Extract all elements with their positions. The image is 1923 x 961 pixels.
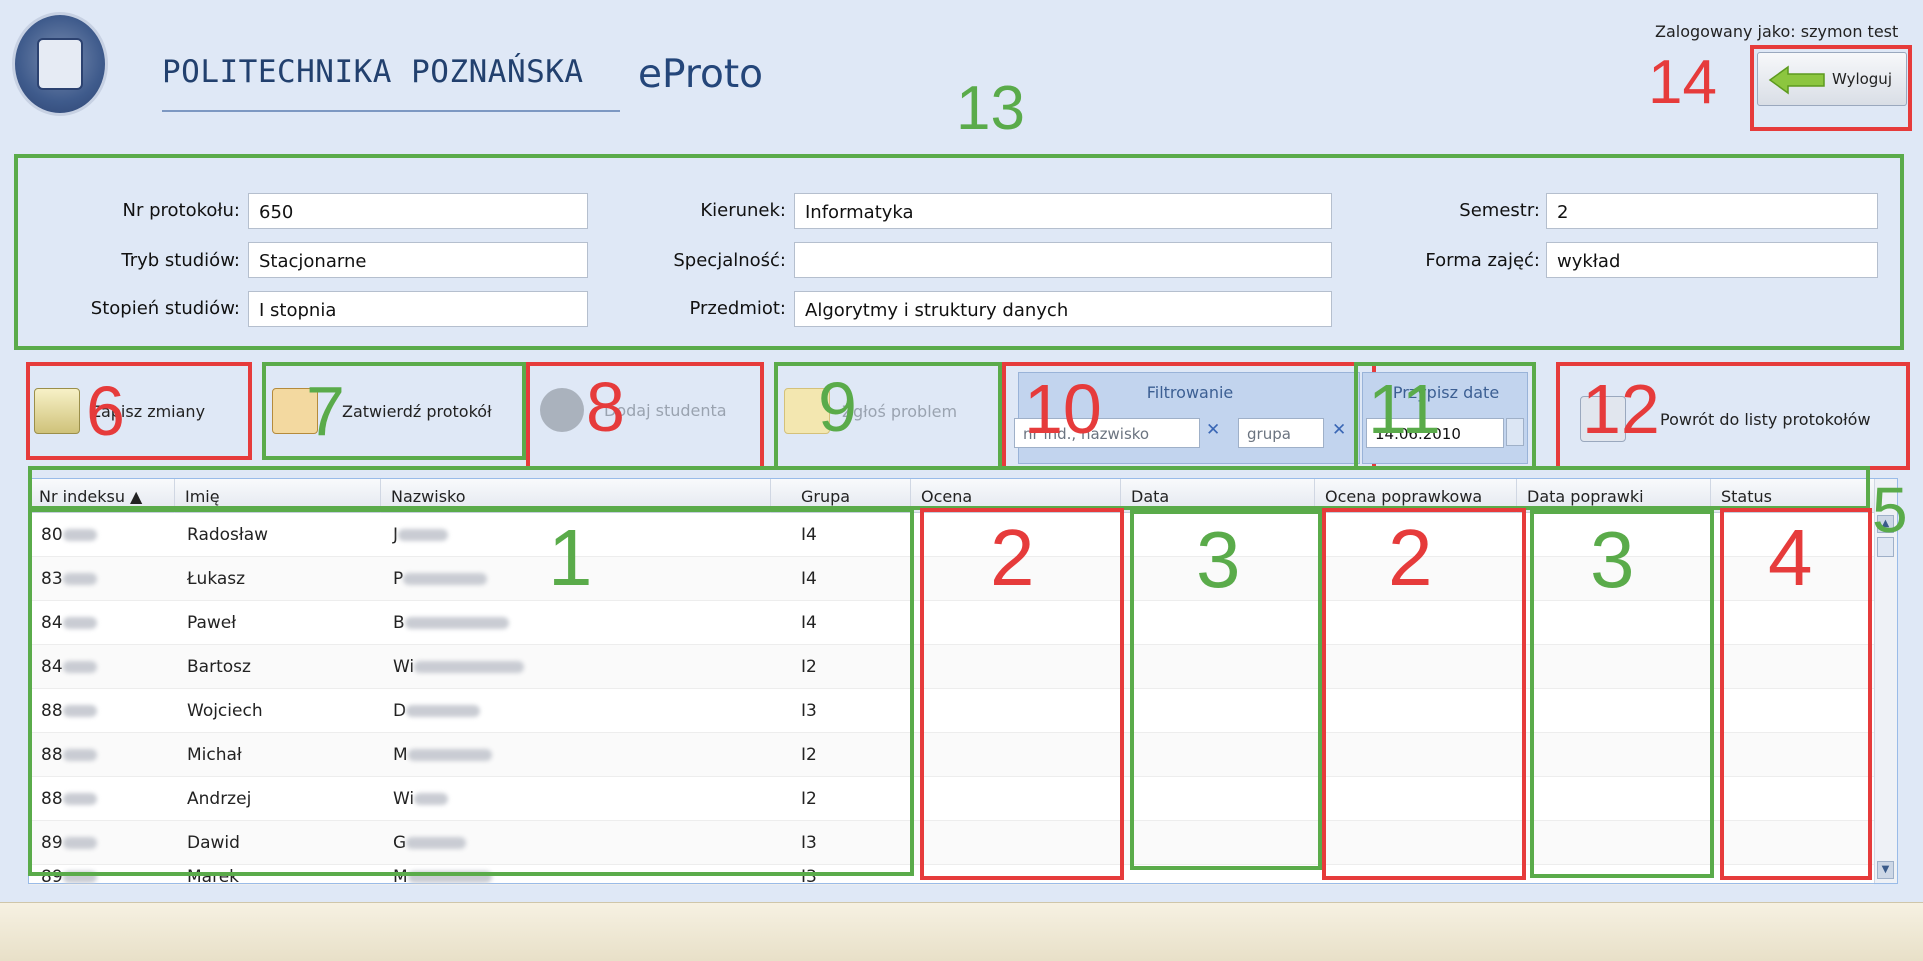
nr-protokolu-label: Nr protokołu:: [122, 200, 240, 221]
annotation-3a: 3: [1196, 515, 1241, 604]
annotation-6: 6: [86, 372, 125, 450]
university-logo: [12, 12, 108, 116]
annotation-2b: 2: [1388, 513, 1433, 602]
annotation-7: 7: [306, 372, 345, 450]
university-name: POLITECHNIKA POZNAŃSKA: [162, 54, 584, 90]
annotation-box-14: [1750, 45, 1912, 131]
logged-in-user: Zalogowany jako: szymon test: [1655, 22, 1899, 41]
przedmiot-field[interactable]: Algorytmy i struktury danych: [794, 291, 1332, 327]
annotation-box-9: [774, 362, 1002, 470]
brand-underline: [162, 110, 620, 112]
annotation-box-7: [262, 362, 526, 460]
przedmiot-label: Przedmiot:: [689, 298, 786, 319]
scroll-down-icon[interactable]: ▼: [1877, 861, 1894, 879]
annotation-4: 4: [1768, 513, 1813, 602]
kierunek-field[interactable]: Informatyka: [794, 193, 1332, 229]
annotation-5: 5: [1872, 474, 1908, 546]
logo-shield-icon: [37, 38, 83, 90]
specjalnosc-label: Specjalność:: [673, 250, 786, 271]
annotation-8: 8: [586, 368, 625, 446]
semestr-field[interactable]: 2: [1546, 193, 1878, 229]
tryb-studiow-label: Tryb studiów:: [121, 250, 240, 271]
annotation-12: 12: [1582, 370, 1660, 448]
page-footer: [0, 902, 1923, 961]
annotation-2a: 2: [990, 513, 1035, 602]
annotation-box-5: [28, 466, 1870, 510]
semestr-label: Semestr:: [1459, 200, 1540, 221]
forma-zajec-field[interactable]: wykład: [1546, 242, 1878, 278]
annotation-1: 1: [548, 513, 593, 602]
annotation-10: 10: [1024, 370, 1102, 448]
kierunek-label: Kierunek:: [700, 200, 786, 221]
annotation-14: 14: [1648, 48, 1717, 117]
stopien-studiow-label: Stopień studiów:: [90, 298, 240, 319]
nr-protokolu-field[interactable]: 650: [248, 193, 588, 229]
annotation-11: 11: [1368, 370, 1441, 448]
forma-zajec-label: Forma zajęć:: [1425, 250, 1540, 271]
annotation-3b: 3: [1590, 515, 1635, 604]
annotation-box-8: [526, 362, 764, 470]
annotation-9: 9: [818, 368, 857, 446]
annotation-box-1: [28, 508, 914, 876]
annotation-13: 13: [956, 74, 1025, 143]
app-title: eProto: [638, 52, 764, 97]
stopien-studiow-field[interactable]: I stopnia: [248, 291, 588, 327]
annotation-box-6: [26, 362, 252, 460]
specjalnosc-field[interactable]: [794, 242, 1332, 278]
tryb-studiow-field[interactable]: Stacjonarne: [248, 242, 588, 278]
